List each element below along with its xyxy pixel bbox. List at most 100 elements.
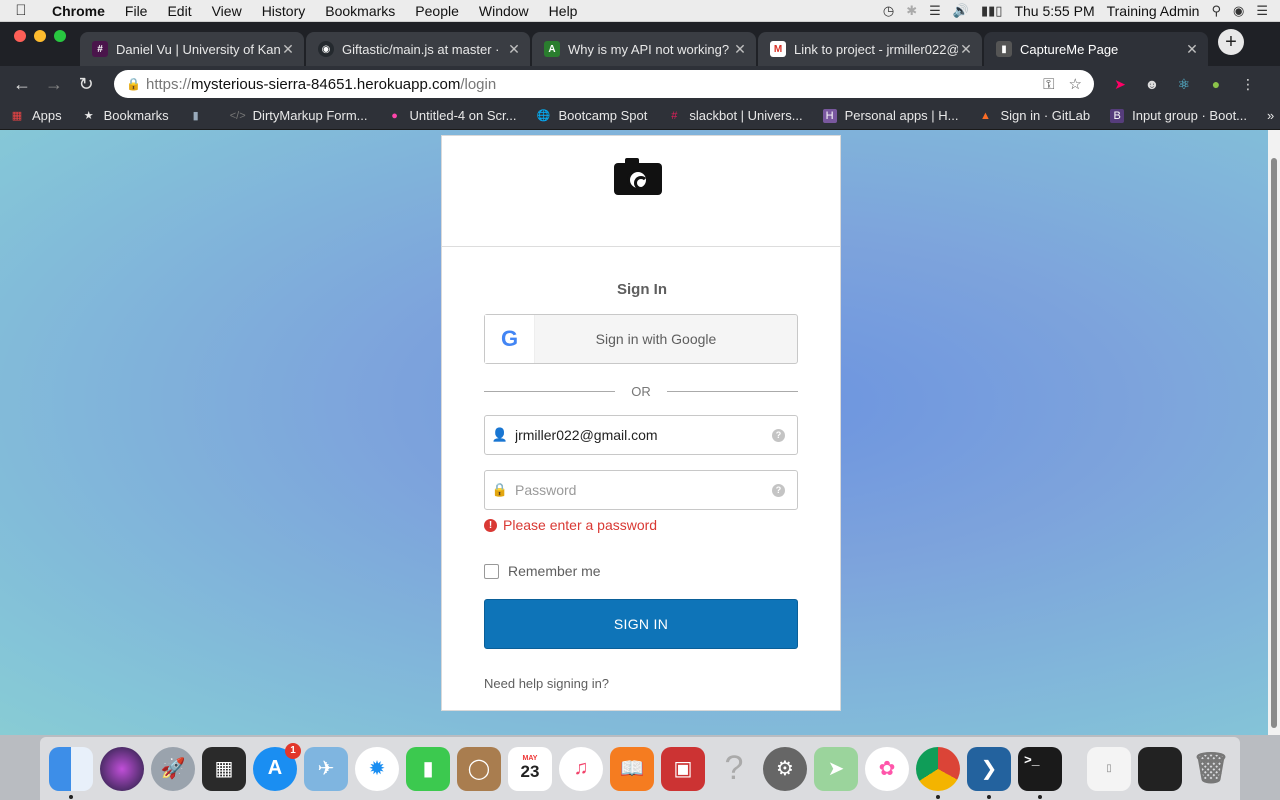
error-icon: ! (484, 518, 497, 532)
menu-help[interactable]: Help (539, 3, 588, 19)
screenshot-thumbnail-icon[interactable] (1138, 746, 1182, 791)
bookmark-bootcamp-spot[interactable]: 🌐 Bootcamp Spot (526, 108, 657, 123)
bookmark-star-icon[interactable]: ☆ (1069, 75, 1082, 93)
google-sign-in-button[interactable]: G Sign in with Google (484, 314, 798, 364)
scrollbar-thumb[interactable] (1271, 158, 1277, 728)
password-field[interactable]: 🔒 ? (484, 470, 798, 510)
tab-gmail-link[interactable]: M Link to project - jrmiller022@ ✕ (758, 32, 982, 66)
bookmark-bootstrap[interactable]: B Input group · Boot... (1100, 108, 1257, 123)
close-tab-icon[interactable]: ✕ (732, 41, 748, 58)
ibooks-icon[interactable]: 📖 (610, 746, 654, 791)
url-text[interactable]: https://mysterious-sierra-84651.herokuap… (146, 76, 1029, 93)
facetime-icon[interactable]: ▮ (406, 746, 450, 791)
itunes-icon[interactable]: ♫ (559, 746, 603, 791)
calendar-day: 23 (520, 762, 540, 781)
tab-captureme-page[interactable]: ▮ CaptureMe Page ✕ (984, 32, 1208, 66)
help-tooltip-icon[interactable]: ? (772, 483, 785, 497)
menu-history[interactable]: History (252, 3, 316, 19)
close-tab-icon[interactable]: ✕ (506, 41, 522, 58)
extension-arrow-icon[interactable]: ➤ (1104, 76, 1136, 93)
bookmark-scrimba[interactable]: ● Untitled-4 on Scr... (378, 108, 527, 123)
bookmark-gitlab[interactable]: ▲ Sign in · GitLab (969, 108, 1101, 123)
new-tab-button[interactable]: + (1218, 29, 1244, 55)
close-tab-icon[interactable]: ✕ (1184, 41, 1200, 58)
vscode-icon[interactable]: ❯ (967, 746, 1011, 799)
menu-window[interactable]: Window (469, 3, 539, 19)
trash-icon[interactable]: 🗑 (1189, 747, 1233, 791)
safari-icon[interactable]: ✹ (355, 746, 399, 791)
bluetooth-icon[interactable]: ✱ (906, 3, 917, 19)
siri-icon[interactable]: ◉ (1233, 3, 1244, 19)
calendar-icon[interactable]: MAY 23 (508, 746, 552, 791)
photos-icon[interactable]: ✿ (865, 746, 909, 791)
contacts-icon[interactable]: ◯ (457, 746, 501, 791)
close-window-icon[interactable] (14, 30, 26, 42)
reload-icon[interactable]: ↻ (70, 74, 102, 95)
launchpad-icon[interactable]: 🚀 (151, 746, 195, 791)
help-question-icon[interactable]: ? (712, 747, 756, 791)
key-icon[interactable]: ⚿ (1043, 76, 1054, 93)
menu-bookmarks[interactable]: Bookmarks (315, 3, 405, 19)
page-scrollbar[interactable] (1268, 130, 1280, 735)
finder-icon[interactable] (49, 746, 93, 799)
battery-icon[interactable]: ▮▮▯ (981, 3, 1002, 19)
volume-icon[interactable]: 🔊 (953, 3, 969, 19)
bookmark-brand[interactable]: ▮ (179, 109, 221, 123)
menu-app-name[interactable]: Chrome (42, 3, 115, 19)
photo-booth-icon[interactable]: ▣ (661, 746, 705, 791)
terminal-icon[interactable]: >_ (1018, 746, 1062, 799)
wifi-icon[interactable]: ☰ (929, 3, 941, 19)
system-preferences-icon[interactable]: ⚙ (763, 746, 807, 791)
remember-me[interactable]: Remember me (484, 563, 601, 579)
bookmark-slackbot[interactable]: # slackbot | Univers... (657, 108, 812, 123)
bookmark-dirtymarkup[interactable]: </> DirtyMarkup Form... (221, 108, 378, 123)
mission-control-icon[interactable]: ▦ (202, 746, 246, 791)
minimize-window-icon[interactable] (34, 30, 46, 42)
preview-icon[interactable]: ✈ (304, 746, 348, 791)
gitlab-icon: ▲ (980, 109, 991, 122)
close-tab-icon[interactable]: ✕ (280, 41, 296, 58)
extension-ghost-icon[interactable]: ☻ (1136, 76, 1168, 92)
zoom-window-icon[interactable] (54, 30, 66, 42)
bookmark-heroku[interactable]: H Personal apps | H... (813, 108, 969, 123)
bookmark-apps[interactable]: ▦ Apps (0, 108, 72, 123)
time-machine-icon[interactable]: ◷ (883, 3, 894, 19)
menu-edit[interactable]: Edit (157, 3, 201, 19)
remember-me-label[interactable]: Remember me (508, 563, 601, 579)
menu-people[interactable]: People (405, 3, 469, 19)
document-file-icon[interactable]: ▯ (1087, 746, 1131, 791)
menubar-user[interactable]: Training Admin (1107, 3, 1200, 19)
close-tab-icon[interactable]: ✕ (958, 41, 974, 58)
username-input[interactable] (515, 427, 772, 443)
remember-me-checkbox[interactable] (484, 563, 499, 579)
error-text: Please enter a password (503, 517, 658, 533)
password-input[interactable] (515, 482, 772, 498)
bookmarks-overflow-icon[interactable]: » (1257, 108, 1280, 123)
username-field[interactable]: 👤 ? (484, 415, 798, 455)
app-store-icon[interactable]: A1 (253, 742, 301, 791)
need-help-link[interactable]: Need help signing in? (484, 676, 609, 691)
siri-icon[interactable] (100, 746, 144, 791)
spotlight-search-icon[interactable]: ⚲ (1211, 3, 1221, 19)
sign-in-submit-button[interactable]: SIGN IN (484, 599, 798, 649)
address-bar[interactable]: 🔒 https://mysterious-sierra-84651.heroku… (114, 70, 1094, 98)
chrome-menu-icon[interactable]: ⋮ (1232, 76, 1264, 93)
forward-arrow-icon[interactable]: → (38, 74, 70, 95)
notification-center-icon[interactable]: ☰ (1256, 3, 1268, 19)
react-devtools-icon[interactable]: ⚛ (1168, 76, 1200, 93)
menu-view[interactable]: View (202, 3, 252, 19)
tab-api-question[interactable]: A Why is my API not working? ✕ (532, 32, 756, 66)
maps-icon[interactable]: ➤ (814, 746, 858, 791)
menubar-clock[interactable]: Thu 5:55 PM (1014, 3, 1094, 19)
bookmark-bookmarks[interactable]: ★ Bookmarks (72, 108, 179, 123)
back-arrow-icon[interactable]: ← (6, 74, 38, 95)
help-tooltip-icon[interactable]: ? (772, 428, 785, 442)
apple-menu-icon[interactable]:  (0, 2, 42, 19)
window-controls (0, 30, 80, 56)
profile-avatar-icon[interactable]: ● (1200, 76, 1232, 92)
tab-giftastic[interactable]: ◉ Giftastic/main.js at master · ✕ (306, 32, 530, 66)
menu-file[interactable]: File (115, 3, 158, 19)
tab-daniel-vu[interactable]: # Daniel Vu | University of Kan ✕ (80, 32, 304, 66)
chrome-icon[interactable] (916, 746, 960, 799)
lock-icon[interactable]: 🔒 (126, 77, 146, 91)
